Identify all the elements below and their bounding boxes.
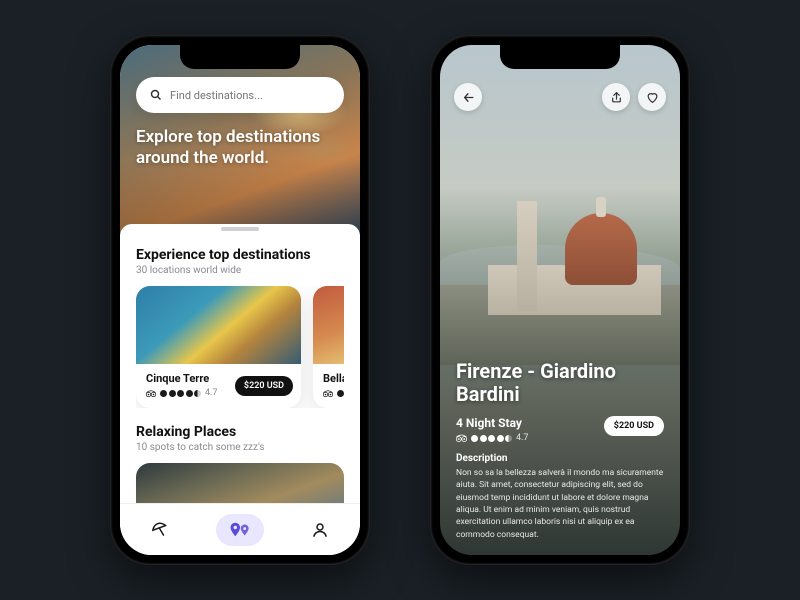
detail-content: Firenze - Giardino Bardini 4 Night Stay …: [456, 360, 664, 541]
bottom-nav: [120, 503, 360, 555]
rating-value: 4.7: [516, 433, 529, 443]
screen-detail: Firenze - Giardino Bardini 4 Night Stay …: [440, 45, 680, 555]
map-pin-icon: [229, 521, 251, 539]
sheet-grabber[interactable]: [221, 227, 259, 231]
section-title: Relaxing Places: [136, 424, 344, 440]
tripadvisor-icon: [146, 390, 156, 397]
search-input[interactable]: [170, 89, 330, 102]
profile-icon: [311, 521, 329, 539]
detail-top-bar: [454, 83, 666, 111]
device-notch: [180, 45, 300, 69]
share-button[interactable]: [602, 83, 630, 111]
search-icon: [150, 89, 162, 101]
screen-explore: Explore top destinations around the worl…: [120, 45, 360, 555]
phone-frame-explore: Explore top destinations around the worl…: [110, 35, 370, 565]
nav-explore[interactable]: [136, 514, 184, 546]
destination-name: Bellagio: [323, 372, 344, 385]
nav-map[interactable]: [216, 514, 264, 546]
destination-card-row[interactable]: Cinque Terre 4.7 $220 USD Bella: [136, 286, 344, 408]
description-text: Non so sa la bellezza salverà il mondo m…: [456, 467, 664, 541]
search-bar[interactable]: [136, 77, 344, 113]
back-button[interactable]: [454, 83, 482, 111]
favorite-button[interactable]: [638, 83, 666, 111]
rating: 4.7: [323, 388, 344, 398]
hero-image: [440, 195, 680, 335]
arrow-left-icon: [462, 91, 475, 104]
destination-card[interactable]: Cinque Terre 4.7 $220 USD: [136, 286, 301, 408]
heart-icon: [646, 91, 659, 104]
tripadvisor-icon: [456, 434, 467, 442]
destination-title: Firenze - Giardino Bardini: [456, 360, 664, 406]
tripadvisor-icon: [323, 390, 333, 397]
section-title: Experience top destinations: [136, 247, 344, 263]
hero-section: Explore top destinations around the worl…: [120, 45, 360, 235]
stay-duration: 4 Night Stay: [456, 416, 529, 430]
destination-card[interactable]: Bellagio 4.7: [313, 286, 344, 408]
price-pill: $220 USD: [235, 376, 293, 396]
umbrella-icon: [151, 521, 169, 539]
hero-headline: Explore top destinations around the worl…: [136, 127, 344, 170]
section-subtitle: 30 locations world wide: [136, 265, 344, 276]
rating: 4.7: [456, 433, 529, 443]
price-pill: $220 USD: [604, 416, 664, 436]
section-subtitle: 10 spots to catch some zzz's: [136, 442, 344, 453]
description-label: Description: [456, 453, 664, 464]
nav-profile[interactable]: [296, 514, 344, 546]
rating-dots: [337, 390, 344, 397]
rating-dots: [471, 435, 512, 442]
section-top-destinations: Experience top destinations 30 locations…: [136, 247, 344, 408]
destination-image: [313, 286, 344, 364]
rating-value: 4.7: [205, 388, 218, 398]
device-notch: [500, 45, 620, 69]
share-icon: [610, 91, 623, 104]
destination-image: [136, 286, 301, 364]
phone-frame-detail: Firenze - Giardino Bardini 4 Night Stay …: [430, 35, 690, 565]
rating-dots: [160, 390, 201, 397]
